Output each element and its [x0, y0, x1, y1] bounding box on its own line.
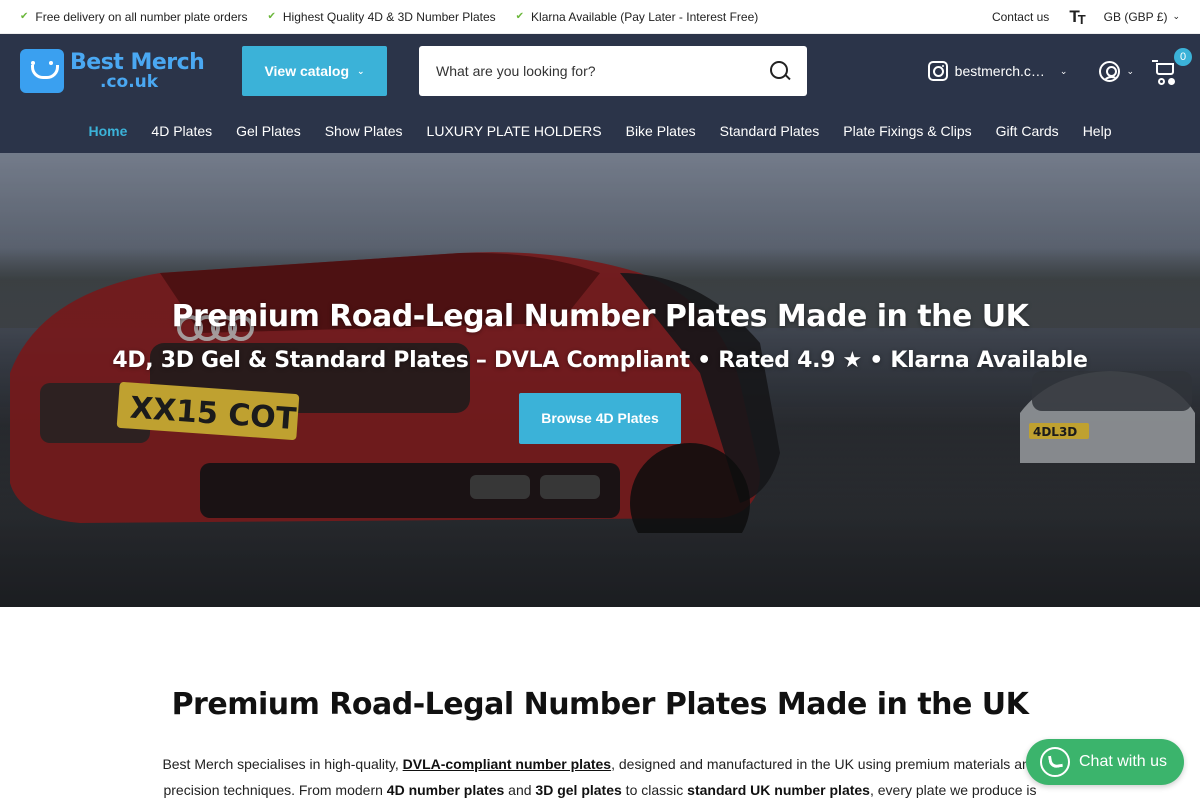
nav-item-plate-fixings[interactable]: Plate Fixings & Clips — [843, 123, 971, 139]
hero-subtitle: 4D, 3D Gel & Standard Plates – DVLA Comp… — [112, 348, 1088, 373]
nav-item-4d-plates[interactable]: 4D Plates — [151, 123, 212, 139]
intro-bold: 4D number plates — [386, 782, 505, 798]
intro-heading: Premium Road-Legal Number Plates Made in… — [171, 687, 1029, 722]
check-icon: ✔ — [267, 11, 276, 22]
nav-item-home[interactable]: Home — [89, 123, 128, 139]
catalog-label: View catalog — [264, 63, 349, 79]
browse-4d-plates-button[interactable]: Browse 4D Plates — [519, 393, 681, 444]
usp-text: Klarna Available (Pay Later - Interest F… — [531, 9, 759, 24]
usp-list: ✔ Free delivery on all number plate order… — [20, 10, 758, 24]
currency-selector[interactable]: GB (GBP £) ⌄ — [1104, 10, 1180, 24]
nav-item-gift-cards[interactable]: Gift Cards — [996, 123, 1059, 139]
logo-line2: .co.uk — [100, 71, 159, 92]
usp-text: Highest Quality 4D & 3D Number Plates — [282, 9, 496, 24]
instagram-selector[interactable]: bestmerch.c… ⌄ — [927, 61, 1068, 81]
view-catalog-button[interactable]: View catalog ⌄ — [242, 46, 387, 96]
currency-label: GB (GBP £) — [1103, 9, 1168, 24]
logo-line1: Best Merch — [70, 49, 205, 75]
main-nav: Home 4D Plates Gel Plates Show Plates LU… — [0, 108, 1200, 153]
intro-text: and — [504, 782, 536, 798]
instagram-icon — [927, 61, 948, 81]
cart-icon — [1152, 60, 1174, 85]
usp-item: ✔ Klarna Available (Pay Later - Interest … — [516, 10, 759, 24]
dvla-compliant-link[interactable]: DVLA-compliant number plates — [403, 756, 611, 772]
instagram-handle: bestmerch.c… — [954, 63, 1045, 79]
contact-link[interactable]: Contact us — [992, 10, 1049, 24]
nav-item-standard-plates[interactable]: Standard Plates — [720, 123, 820, 139]
hero-title: Premium Road-Legal Number Plates Made in… — [171, 299, 1029, 334]
chevron-down-icon: ⌄ — [1059, 65, 1068, 76]
chat-label: Chat with us — [1079, 753, 1168, 770]
intro-paragraph: Best Merch specialises in high-quality, … — [160, 751, 1040, 800]
logo[interactable]: Best Merch .co.uk — [20, 49, 210, 93]
whatsapp-icon — [1040, 747, 1070, 777]
hero-banner: XX15 COT 4DL3D Premium Road-Legal Number… — [0, 153, 1200, 607]
site-header: Best Merch .co.uk View catalog ⌄ bestmer… — [0, 34, 1200, 153]
nav-item-luxury-plate-holders[interactable]: LUXURY PLATE HOLDERS — [427, 123, 602, 139]
usp-item: ✔ Free delivery on all number plate order… — [20, 10, 248, 24]
header-actions: bestmerch.c… ⌄ ⌄ 0 — [927, 48, 1192, 85]
header-main-row: Best Merch .co.uk View catalog ⌄ bestmer… — [0, 34, 1200, 108]
nav-item-gel-plates[interactable]: Gel Plates — [236, 123, 301, 139]
hero-content: Premium Road-Legal Number Plates Made in… — [0, 299, 1200, 444]
nav-item-bike-plates[interactable]: Bike Plates — [626, 123, 696, 139]
intro-section: Premium Road-Legal Number Plates Made in… — [0, 607, 1200, 800]
user-icon — [1099, 60, 1121, 82]
intro-text: , every plate we produce is — [869, 782, 1037, 798]
nav-item-help[interactable]: Help — [1083, 123, 1112, 139]
intro-text: Best Merch specialises in high-quality, — [162, 756, 403, 772]
text-size-icon[interactable]: TT — [1069, 7, 1085, 27]
check-icon: ✔ — [20, 11, 29, 22]
cart-button[interactable]: 0 — [1152, 48, 1192, 85]
announcement-bar: ✔ Free delivery on all number plate order… — [0, 0, 1200, 34]
usp-item: ✔ Highest Quality 4D & 3D Number Plates — [268, 10, 496, 24]
chevron-down-icon: ⌄ — [1126, 65, 1134, 76]
chevron-down-icon: ⌄ — [1172, 11, 1180, 21]
nav-item-show-plates[interactable]: Show Plates — [325, 123, 403, 139]
cart-count-badge: 0 — [1174, 48, 1192, 66]
intro-bold: standard UK number plates — [687, 782, 870, 798]
search-bar — [419, 46, 807, 96]
usp-text: Free delivery on all number plate orders — [35, 9, 248, 24]
check-icon: ✔ — [515, 11, 525, 22]
account-button[interactable]: ⌄ — [1099, 60, 1134, 82]
intro-text: to classic — [621, 782, 688, 798]
chevron-down-icon: ⌄ — [357, 65, 365, 76]
chat-widget-button[interactable]: Chat with us — [1026, 739, 1184, 785]
search-icon[interactable] — [769, 60, 791, 82]
search-input[interactable] — [436, 63, 769, 79]
shopping-bag-icon — [20, 49, 64, 93]
logo-text: Best Merch .co.uk — [70, 49, 205, 92]
topbar-right: Contact us TT GB (GBP £) ⌄ — [992, 7, 1180, 27]
intro-bold: 3D gel plates — [535, 782, 622, 798]
